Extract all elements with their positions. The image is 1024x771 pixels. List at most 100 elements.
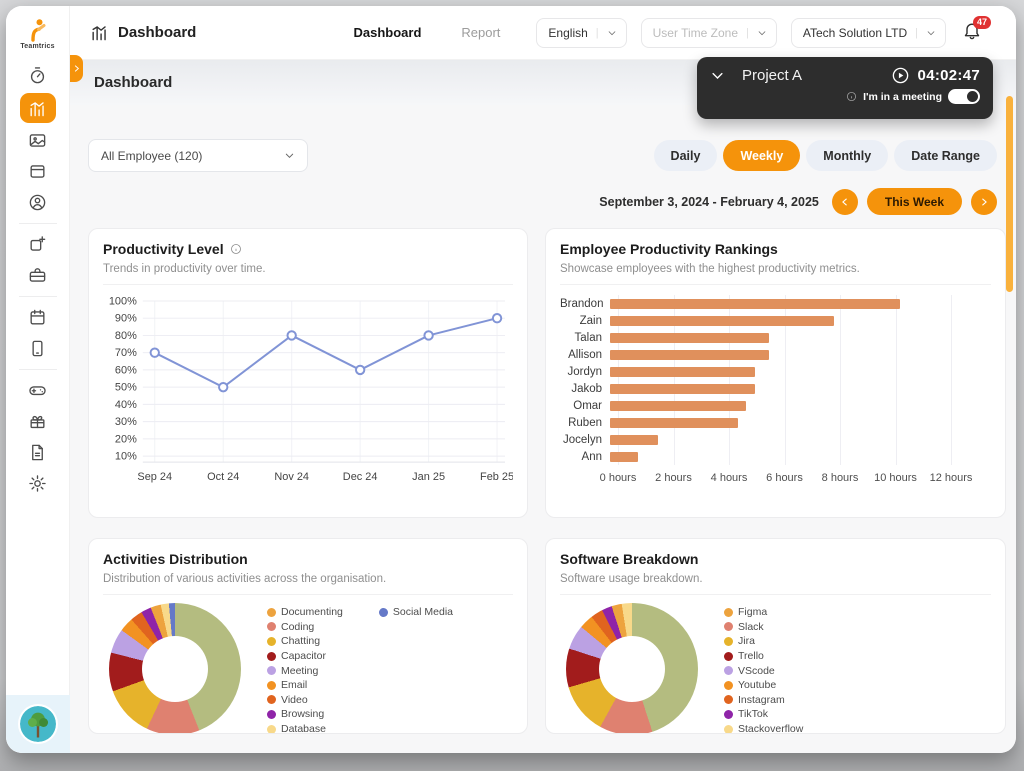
play-icon[interactable] xyxy=(891,66,910,85)
sidebar-item-employees[interactable] xyxy=(20,189,56,216)
chevron-down-icon[interactable] xyxy=(710,68,725,83)
ranking-bar xyxy=(610,299,900,309)
sidebar-item-reports[interactable] xyxy=(20,439,56,466)
legend-dot xyxy=(267,652,276,661)
legend-dot xyxy=(724,725,733,734)
sidebar-item-new-project[interactable] xyxy=(20,231,56,258)
svg-text:80%: 80% xyxy=(115,330,137,342)
svg-text:100%: 100% xyxy=(109,295,137,307)
legend-dot xyxy=(724,608,733,617)
prev-week-button[interactable] xyxy=(832,189,858,215)
legend-item: Trello xyxy=(724,649,803,664)
chevron-right-icon xyxy=(72,64,81,73)
chevron-down-icon xyxy=(926,28,936,38)
image-search-icon xyxy=(28,131,47,150)
svg-text:50%: 50% xyxy=(115,382,137,394)
legend-item: Documenting xyxy=(267,605,343,620)
meeting-toggle[interactable] xyxy=(948,89,980,104)
info-icon[interactable] xyxy=(230,243,242,255)
tab-weekly[interactable]: Weekly xyxy=(723,140,800,171)
briefcase-icon xyxy=(28,266,47,285)
this-week-button[interactable]: This Week xyxy=(867,188,962,215)
x-axis-tick: 8 hours xyxy=(822,472,859,484)
card-subtitle: Showcase employees with the highest prod… xyxy=(560,263,991,275)
ranking-row: Ruben xyxy=(560,414,951,431)
svg-text:Feb 25: Feb 25 xyxy=(480,471,513,483)
svg-text:20%: 20% xyxy=(115,433,137,445)
info-icon xyxy=(846,91,857,102)
employee-name: Talan xyxy=(560,332,610,344)
timezone-select[interactable]: User Time Zone| xyxy=(641,18,777,48)
legend-item: Stackoverflow xyxy=(724,722,803,734)
legend-dot xyxy=(724,695,733,704)
svg-text:30%: 30% xyxy=(115,416,137,428)
add-box-icon xyxy=(28,235,47,254)
window-icon xyxy=(28,162,47,181)
chart-icon xyxy=(90,23,109,42)
legend-dot xyxy=(267,725,276,734)
legend-item: Video xyxy=(267,693,343,708)
next-week-button[interactable] xyxy=(971,189,997,215)
activities-donut-chart xyxy=(109,603,241,734)
sidebar-item-games[interactable] xyxy=(20,377,56,404)
tablet-icon xyxy=(28,339,47,358)
timer-value: 04:02:47 xyxy=(918,67,980,84)
ranking-bar xyxy=(610,435,658,445)
page-title: Dashboard xyxy=(90,23,196,42)
sidebar-divider xyxy=(19,296,57,297)
ranking-row: Talan xyxy=(560,329,951,346)
document-icon xyxy=(28,443,47,462)
sidebar-item-timer[interactable] xyxy=(20,62,56,89)
company-select[interactable]: ATech Solution LTD| xyxy=(791,18,946,48)
legend-item: TikTok xyxy=(724,707,803,722)
project-name[interactable]: Project A xyxy=(742,67,802,84)
employee-select[interactable]: All Employee (120) xyxy=(88,139,308,172)
page-scrollbar[interactable] xyxy=(1006,96,1013,292)
ranking-bar xyxy=(610,350,769,360)
employee-name: Allison xyxy=(560,349,610,361)
svg-text:90%: 90% xyxy=(115,313,137,325)
ranking-row: Jordyn xyxy=(560,363,951,380)
tab-daily[interactable]: Daily xyxy=(654,140,718,171)
x-axis-tick: 2 hours xyxy=(655,472,692,484)
sidebar-item-projects[interactable] xyxy=(20,262,56,289)
employee-name: Jocelyn xyxy=(560,434,610,446)
employee-name: Ruben xyxy=(560,417,610,429)
legend-dot xyxy=(724,666,733,675)
legend-dot xyxy=(267,666,276,675)
legend-item: Instagram xyxy=(724,693,803,708)
sidebar-expand-button[interactable] xyxy=(70,55,83,82)
language-select[interactable]: English| xyxy=(536,18,626,48)
sidebar-item-rewards[interactable] xyxy=(20,408,56,435)
card-title: Productivity Level xyxy=(103,241,224,257)
rankings-card: Employee Productivity Rankings Showcase … xyxy=(545,228,1006,518)
sidebar-item-dashboard[interactable] xyxy=(20,93,56,123)
tab-monthly[interactable]: Monthly xyxy=(806,140,888,171)
page-title-text: Dashboard xyxy=(118,24,196,41)
user-icon xyxy=(28,193,47,212)
legend-item: Coding xyxy=(267,620,343,635)
sidebar: Teamtrics xyxy=(6,6,70,753)
legend-item: Browsing xyxy=(267,707,343,722)
legend-dot xyxy=(724,681,733,690)
activities-legend: DocumentingCodingChattingCapacitorMeetin… xyxy=(267,605,453,734)
tab-date-range[interactable]: Date Range xyxy=(894,140,997,171)
sidebar-item-calendar[interactable] xyxy=(20,304,56,331)
nav-report[interactable]: Report xyxy=(461,25,500,40)
date-range-label: September 3, 2024 - February 4, 2025 xyxy=(599,195,819,209)
nav-dashboard[interactable]: Dashboard xyxy=(353,25,421,40)
sidebar-item-apps[interactable] xyxy=(20,158,56,185)
sidebar-item-settings[interactable] xyxy=(20,470,56,497)
productivity-level-card: Productivity Level Trends in productivit… xyxy=(88,228,528,518)
ranking-bar xyxy=(610,401,746,411)
sidebar-item-devices[interactable] xyxy=(20,335,56,362)
user-avatar[interactable] xyxy=(20,706,56,742)
sidebar-item-screenshots[interactable] xyxy=(20,127,56,154)
ranking-row: Brandon xyxy=(560,295,951,312)
svg-text:70%: 70% xyxy=(115,347,137,359)
employee-name: Ann xyxy=(560,451,610,463)
notifications-button[interactable]: 47 xyxy=(962,20,982,45)
card-title: Activities Distribution xyxy=(103,551,248,567)
app-logo[interactable]: Teamtrics xyxy=(20,18,54,50)
ranking-row: Zain xyxy=(560,312,951,329)
